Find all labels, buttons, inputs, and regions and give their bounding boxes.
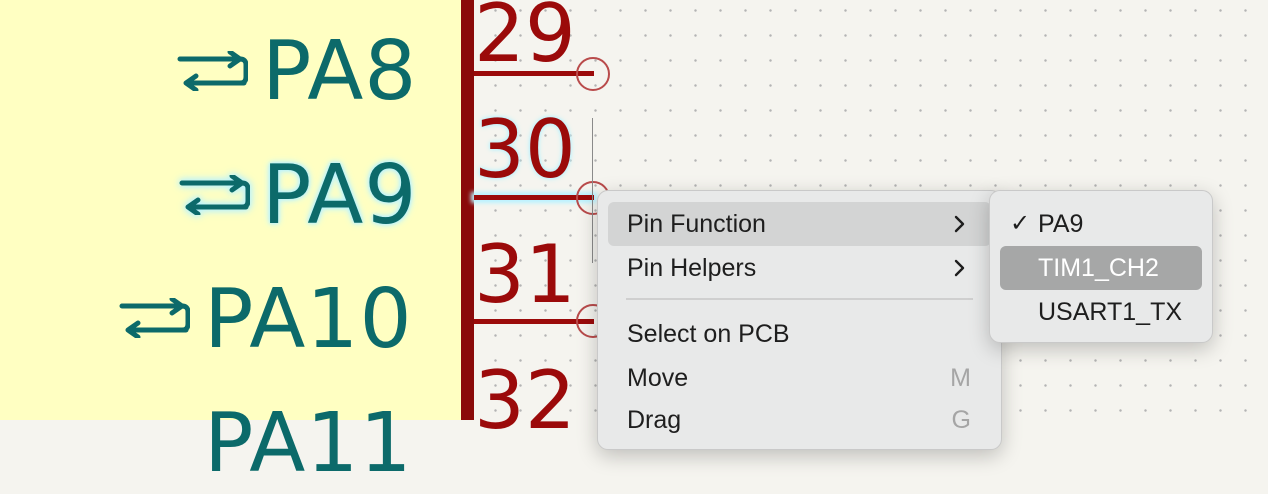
shortcut-hint: M	[950, 364, 971, 392]
pin-endpoint-29[interactable]	[576, 57, 610, 91]
chevron-right-icon	[954, 215, 965, 233]
menu-item-label: Pin Function	[627, 210, 766, 238]
menu-item-label: Select on PCB	[627, 320, 790, 348]
context-menu: Pin Function Pin Helpers Select on PCB M…	[597, 190, 1002, 450]
shortcut-hint: G	[951, 406, 971, 434]
pin-number-31: 31	[474, 228, 576, 321]
ic-symbol-edge	[461, 0, 474, 420]
pin-name-pa10[interactable]: PA10	[204, 270, 413, 370]
submenu-item-label: PA9	[1038, 210, 1084, 238]
menu-item-select-on-pcb[interactable]: Select on PCB	[608, 312, 991, 356]
submenu-item-usart1-tx[interactable]: USART1_TX	[1000, 290, 1202, 334]
menu-item-label: Move	[627, 364, 689, 392]
menu-item-move[interactable]: Move M	[608, 356, 991, 400]
pin-name-pa9[interactable]: PA9	[262, 146, 417, 246]
bidirectional-pin-icon	[119, 298, 190, 338]
pin-function-submenu: ✓ PA9 TIM1_CH2 USART1_TX	[989, 190, 1213, 343]
submenu-item-label: TIM1_CH2	[1038, 254, 1159, 282]
menu-item-label: Drag	[627, 406, 682, 434]
bidirectional-pin-icon	[177, 51, 248, 91]
cursor-crosshair	[592, 118, 593, 263]
bidirectional-pin-icon	[179, 175, 250, 215]
pin-name-pa11[interactable]: PA11	[204, 394, 413, 494]
submenu-item-tim1-ch2[interactable]: TIM1_CH2	[1000, 246, 1202, 290]
submenu-item-label: USART1_TX	[1038, 298, 1183, 326]
menu-item-pin-helpers[interactable]: Pin Helpers	[608, 246, 991, 290]
menu-separator	[626, 298, 973, 300]
menu-item-drag[interactable]: Drag G	[608, 398, 991, 442]
chevron-right-icon	[954, 259, 965, 277]
menu-item-label: Pin Helpers	[627, 254, 757, 282]
pin-number-30: 30	[474, 103, 576, 196]
pin-number-29: 29	[474, 0, 576, 80]
pin-name-pa8[interactable]: PA8	[262, 22, 417, 122]
submenu-item-pa9[interactable]: ✓ PA9	[1000, 202, 1202, 246]
pin-number-32: 32	[474, 354, 576, 447]
menu-item-pin-function[interactable]: Pin Function	[608, 202, 991, 246]
check-icon: ✓	[1010, 210, 1031, 237]
